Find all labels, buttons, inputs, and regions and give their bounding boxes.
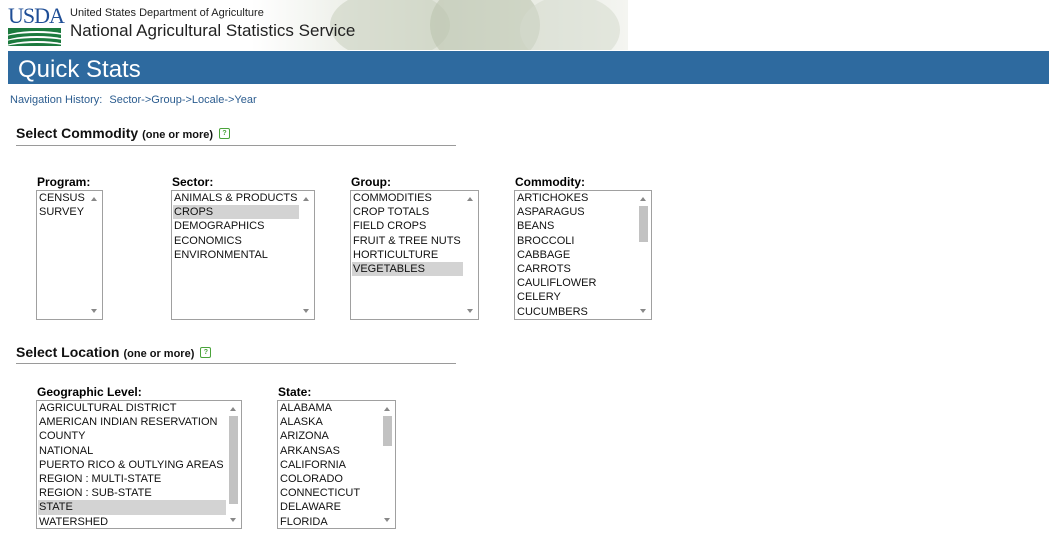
scroll-down-arrow-icon[interactable] (91, 309, 97, 313)
program-listbox[interactable]: CENSUS SURVEY (36, 190, 103, 320)
scrollbar[interactable] (381, 402, 394, 527)
list-option[interactable]: FLORIDA (279, 515, 380, 529)
org-name-line1: United States Department of Agriculture (70, 7, 264, 19)
scroll-up-arrow-icon[interactable] (384, 407, 390, 411)
list-option[interactable]: VEGETABLES (352, 261, 463, 277)
list-option[interactable]: COLORADO (279, 472, 380, 486)
sector-label: Sector: (172, 175, 214, 189)
list-option[interactable]: ARIZONA (279, 429, 380, 443)
list-option[interactable]: STATE (38, 500, 226, 515)
usda-logo-hills (8, 28, 61, 46)
list-option[interactable]: BEANS (516, 219, 636, 233)
list-option[interactable]: SURVEY (38, 205, 87, 219)
navigation-history-label: Navigation History: (10, 94, 103, 106)
help-icon[interactable]: ? (219, 128, 231, 139)
list-option[interactable]: HORTICULTURE (352, 248, 463, 262)
scrollbar[interactable] (464, 192, 477, 318)
list-option[interactable]: ENVIRONMENTAL (173, 248, 299, 262)
scrollbar[interactable] (300, 192, 313, 318)
list-option[interactable]: CABBAGE (516, 248, 636, 262)
title-bar: Quick Stats (8, 51, 1049, 84)
select-location-heading: Select Location (one or more)? (16, 344, 212, 361)
scroll-thumb[interactable] (383, 416, 392, 446)
list-option[interactable]: CENSUS (38, 191, 87, 205)
list-option[interactable]: ARKANSAS (279, 444, 380, 458)
divider (16, 145, 456, 146)
list-option[interactable]: AGRICULTURAL DISTRICT (38, 401, 226, 415)
scroll-up-arrow-icon[interactable] (91, 197, 97, 201)
select-commodity-heading: Select Commodity (one or more)? (16, 125, 231, 142)
navigation-history: Navigation History: Sector->Group->Local… (10, 94, 257, 106)
list-option[interactable]: CONNECTICUT (279, 486, 380, 500)
scroll-down-arrow-icon[interactable] (384, 518, 390, 522)
list-option[interactable]: FIELD CROPS (352, 219, 463, 233)
scroll-thumb[interactable] (229, 416, 238, 504)
list-option[interactable]: CAULIFLOWER (516, 276, 636, 290)
scroll-down-arrow-icon[interactable] (640, 309, 646, 313)
list-option[interactable]: WATERSHED (38, 515, 226, 529)
list-option[interactable]: CELERY (516, 290, 636, 304)
list-option[interactable]: DEMOGRAPHICS (173, 219, 299, 233)
commodity-label: Commodity: (515, 175, 585, 189)
scroll-down-arrow-icon[interactable] (303, 309, 309, 313)
geographic-level-label: Geographic Level: (37, 385, 142, 399)
list-option[interactable]: FRUIT & TREE NUTS (352, 234, 463, 248)
usda-logo[interactable]: USDA (8, 5, 65, 46)
list-option[interactable]: REGION : MULTI-STATE (38, 472, 226, 486)
list-option[interactable]: BROCCOLI (516, 234, 636, 248)
scroll-up-arrow-icon[interactable] (303, 197, 309, 201)
scrollbar[interactable] (637, 192, 650, 318)
list-option[interactable]: ANIMALS & PRODUCTS (173, 191, 299, 205)
list-option[interactable]: REGION : SUB-STATE (38, 486, 226, 500)
list-option[interactable]: ECONOMICS (173, 234, 299, 248)
geographic-level-listbox[interactable]: AGRICULTURAL DISTRICT AMERICAN INDIAN RES… (36, 400, 242, 529)
scroll-up-arrow-icon[interactable] (467, 197, 473, 201)
scrollbar[interactable] (227, 402, 240, 527)
group-listbox[interactable]: COMMODITIES CROP TOTALS FIELD CROPS FRUIT &… (350, 190, 479, 320)
list-option[interactable]: CROP TOTALS (352, 205, 463, 219)
org-name-line2: National Agricultural Statistics Service (70, 21, 356, 40)
sector-listbox[interactable]: ANIMALS & PRODUCTS CROPS DEMOGRAPHICS ECONO… (171, 190, 315, 320)
list-option[interactable]: ASPARAGUS (516, 205, 636, 219)
scroll-up-arrow-icon[interactable] (640, 197, 646, 201)
group-label: Group: (351, 175, 391, 189)
list-option[interactable]: COMMODITIES (352, 191, 463, 205)
scroll-up-arrow-icon[interactable] (230, 407, 236, 411)
scroll-down-arrow-icon[interactable] (230, 518, 236, 522)
program-label: Program: (37, 175, 91, 189)
list-option[interactable]: CUCUMBERS (516, 305, 636, 319)
list-option[interactable]: CARROTS (516, 262, 636, 276)
scroll-thumb[interactable] (639, 206, 648, 242)
state-listbox[interactable]: ALABAMA ALASKA ARIZONA ARKANSAS CALIFORNIA CO… (277, 400, 396, 529)
page-title: Quick Stats (18, 56, 141, 83)
list-option[interactable]: CALIFORNIA (279, 458, 380, 472)
divider (16, 363, 456, 364)
list-option[interactable]: AMERICAN INDIAN RESERVATION (38, 415, 226, 429)
list-option[interactable]: DELAWARE (279, 500, 380, 514)
list-option[interactable]: PUERTO RICO & OUTLYING AREAS (38, 458, 226, 472)
list-option[interactable]: NATIONAL (38, 444, 226, 458)
commodity-listbox[interactable]: ARTICHOKES ASPARAGUS BEANS BROCCOLI CABBAGE C… (514, 190, 652, 320)
list-option[interactable]: CROPS (173, 205, 299, 220)
help-icon[interactable]: ? (200, 347, 212, 358)
scroll-down-arrow-icon[interactable] (467, 309, 473, 313)
navigation-history-link[interactable]: Sector->Group->Locale->Year (109, 94, 256, 106)
state-label: State: (278, 385, 312, 399)
scrollbar[interactable] (88, 192, 101, 318)
list-option[interactable]: ARTICHOKES (516, 191, 636, 205)
list-option[interactable]: ALASKA (279, 415, 380, 429)
list-option[interactable]: COUNTY (38, 429, 226, 443)
list-option[interactable]: ALABAMA (279, 401, 380, 415)
site-header: USDA United States Department of Agricul… (0, 0, 628, 50)
